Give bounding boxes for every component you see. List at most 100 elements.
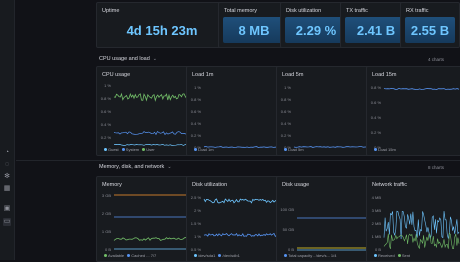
load-15m-panel[interactable]: Load 15m 0.8 % 0.6 % 0.4 % 0.2 % 0 % Loa… bbox=[366, 66, 460, 156]
legend-item: Total capacity - /dev/s... bbox=[288, 253, 330, 258]
tick-label: 0 B bbox=[375, 247, 381, 252]
section-chart-count: 4 charts bbox=[427, 57, 444, 62]
tick-label: 0.4 % bbox=[101, 122, 112, 127]
legend-item: User bbox=[146, 147, 155, 152]
tick-label: 0.4 % bbox=[371, 115, 382, 120]
load-5m-chart: 1 % 0.8 % 0.6 % 0.4 % 0.2 % 0 % bbox=[281, 85, 370, 150]
tick-label: 0.2 % bbox=[191, 133, 202, 138]
tick-label: 0.4 % bbox=[281, 121, 292, 126]
legend-item: Load 1m bbox=[198, 147, 214, 152]
section-memory-header[interactable]: Memory, disk, and network ⌄ bbox=[99, 164, 172, 170]
legend-more[interactable]: ... bbox=[146, 253, 149, 258]
chat-icon[interactable]: ◌ bbox=[3, 161, 11, 169]
legend-item: Sent bbox=[401, 253, 411, 258]
section-cpu-header[interactable]: CPU usage and load ⌄ bbox=[99, 56, 157, 62]
tick-label: 0.5 % bbox=[191, 247, 202, 252]
tick-label: 1 % bbox=[104, 83, 111, 88]
tick-label: 1 % bbox=[194, 85, 201, 90]
gear-icon[interactable]: ✻ bbox=[3, 173, 11, 181]
legend-item: Received bbox=[378, 253, 395, 258]
tick-label: 4 MB bbox=[372, 195, 382, 200]
series-load1m-line bbox=[203, 146, 280, 148]
load-1m-panel[interactable]: Load 1m 1 % 0.8 % 0.6 % 0.4 % 0.2 % 0 % … bbox=[186, 66, 284, 156]
disk-usage-chart: 100 GB 50 GB 0 B bbox=[280, 207, 369, 252]
chart-legend: /dev/sda1 /dev/sdb1 bbox=[192, 253, 240, 258]
tick-label: 0.8 % bbox=[101, 96, 112, 101]
tick-label: 100 GB bbox=[280, 207, 294, 212]
tick-label: 2 % bbox=[194, 208, 201, 213]
disk-usage-panel[interactable]: Disk usage 100 GB 50 GB 0 B Total capaci… bbox=[276, 176, 374, 262]
load-1m-chart: 1 % 0.8 % 0.6 % 0.4 % 0.2 % 0 % bbox=[191, 85, 280, 150]
tick-label: 3 MB bbox=[372, 208, 382, 213]
tick-label: 0.6 % bbox=[281, 109, 292, 114]
legend-count: 7/7 bbox=[150, 253, 157, 258]
legend-item: Cached bbox=[131, 253, 146, 258]
rx-traffic-panel[interactable]: RX traffic 2.55 B bbox=[400, 2, 460, 48]
panel-title: Total memory bbox=[224, 8, 258, 14]
chevron-down-icon: ⌄ bbox=[152, 56, 157, 62]
cpu-usage-panel[interactable]: CPU usage 1 % 0.8 % 0.6 % 0.4 % 0.2 % Gu… bbox=[96, 66, 194, 156]
tick-label: 0.6 % bbox=[371, 100, 382, 105]
tick-label: 1.5 % bbox=[191, 221, 202, 226]
load-5m-panel[interactable]: Load 5m 1 % 0.8 % 0.6 % 0.4 % 0.2 % 0 % … bbox=[276, 66, 374, 156]
series-sda1-line bbox=[203, 198, 280, 204]
chart-legend: Load 1m bbox=[192, 147, 214, 152]
tx-traffic-value: 2.41 B bbox=[345, 17, 407, 43]
tick-label: 0.2 % bbox=[371, 130, 382, 135]
tick-label: 1 % bbox=[284, 85, 291, 90]
tick-label: 0 B bbox=[105, 247, 111, 252]
tick-label: 0.2 % bbox=[101, 135, 112, 140]
legend-item: /dev/sda1 bbox=[198, 253, 216, 258]
legend-item: /dev/sdb1 bbox=[222, 253, 240, 258]
tick-label: 0.4 % bbox=[191, 121, 202, 126]
disk-utilization-chart-panel[interactable]: Disk utilization 2.5 % 2 % 1.5 % 1 % 0.5… bbox=[186, 176, 284, 262]
tick-label: 1 % bbox=[194, 234, 201, 239]
disk-utilization-chart: 2.5 % 2 % 1.5 % 1 % 0.5 % bbox=[191, 195, 280, 252]
sidebar: ◔ ◌ ✻ ▦ ▣ ▭ bbox=[0, 0, 15, 260]
chart-legend: Available Cached ... 7/7 bbox=[102, 253, 156, 258]
rx-traffic-value: 2.55 B bbox=[405, 17, 455, 43]
panel-title: RX traffic bbox=[406, 8, 429, 14]
section-title: Memory, disk, and network bbox=[99, 164, 165, 170]
tick-label: 0 B bbox=[288, 247, 294, 252]
tick-label: 1 GB bbox=[102, 229, 111, 234]
tick-label: 0.8 % bbox=[191, 97, 202, 102]
tick-label: 3 GB bbox=[102, 193, 111, 198]
tick-label: 0.2 % bbox=[281, 133, 292, 138]
legend-item: System bbox=[125, 147, 140, 152]
grid-icon[interactable]: ▦ bbox=[3, 185, 11, 193]
section-chart-count: 8 charts bbox=[427, 165, 444, 170]
tick-label: 2 GB bbox=[102, 211, 111, 216]
network-traffic-panel[interactable]: Network traffic 4 MB 3 MB 2 MB 1 MB 0 B … bbox=[366, 176, 460, 262]
chart-legend: Guest System User bbox=[102, 147, 155, 152]
dashboard-icon[interactable]: ▣ bbox=[3, 205, 11, 213]
panel-title: Uptime bbox=[102, 8, 120, 14]
legend-item: Load 15m bbox=[378, 147, 396, 152]
section-title: CPU usage and load bbox=[99, 56, 150, 62]
memory-panel[interactable]: Memory 3 GB 2 GB 1 GB 0 B Available Cach… bbox=[96, 176, 194, 262]
series-load5m-line bbox=[293, 146, 370, 148]
tick-label: 50 GB bbox=[283, 227, 295, 232]
legend-count: 1/4 bbox=[330, 253, 337, 258]
chart-legend: Received Sent bbox=[372, 253, 410, 258]
panel-title: TX traffic bbox=[346, 8, 368, 14]
panel-title: Disk utilization bbox=[286, 8, 322, 14]
total-memory-value: 8 MB bbox=[223, 17, 285, 43]
disk-utilization-value: 2.29 % bbox=[285, 17, 347, 43]
series-user-line bbox=[113, 92, 190, 102]
series-guest-line bbox=[113, 144, 190, 146]
legend-item: Load 5m bbox=[288, 147, 304, 152]
series-sdb1-line bbox=[203, 232, 279, 238]
logo-icon[interactable]: ▭ bbox=[3, 218, 11, 226]
chart-legend: Load 15m bbox=[372, 147, 396, 152]
series-load15m-line bbox=[383, 87, 460, 91]
series-system-line bbox=[113, 130, 190, 136]
tick-label: 1 MB bbox=[372, 234, 382, 239]
legend-item: Available bbox=[108, 253, 125, 258]
chart-legend: Load 5m bbox=[282, 147, 304, 152]
network-traffic-chart: 4 MB 3 MB 2 MB 1 MB 0 B bbox=[372, 195, 460, 252]
uptime-panel[interactable]: Uptime 4d 15h 23m bbox=[96, 2, 228, 48]
tick-label: 0.6 % bbox=[101, 109, 112, 114]
divider bbox=[16, 160, 460, 161]
bell-icon[interactable]: ◔ bbox=[3, 149, 11, 157]
